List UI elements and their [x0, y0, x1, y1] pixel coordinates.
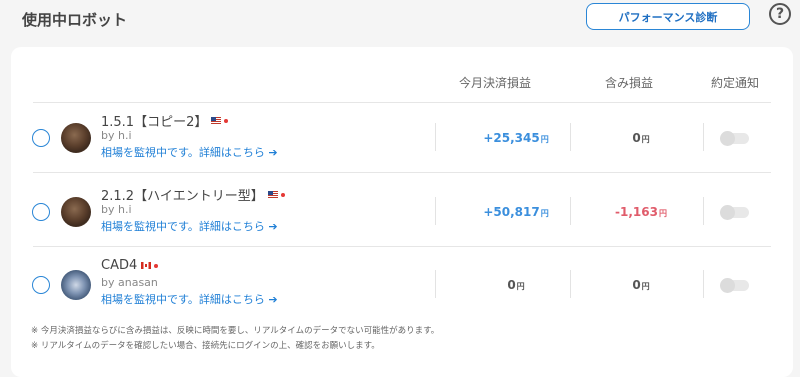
- detail-link-text: 相場を監視中です。詳細はこちら: [101, 293, 265, 306]
- page-title: 使用中ロボット: [22, 11, 128, 29]
- notify-toggle[interactable]: [720, 278, 749, 293]
- table-row: CAD4 by anasan 相場を監視中です。詳細はこちら ➔ 0円 0円: [11, 250, 793, 320]
- detail-link[interactable]: 相場を監視中です。詳細はこちら ➔: [101, 291, 278, 307]
- robot-author: by h.i: [101, 129, 132, 142]
- robot-name: CAD4: [101, 258, 159, 273]
- unrealized-pl-amount: 0: [632, 131, 641, 145]
- unrealized-pl-amount: -1,163: [615, 205, 658, 219]
- row-divider: [33, 246, 771, 247]
- detail-link[interactable]: 相場を監視中です。詳細はこちら ➔: [101, 144, 278, 160]
- column-divider: [703, 123, 704, 151]
- row-divider: [33, 172, 771, 173]
- column-divider: [435, 270, 436, 298]
- monthly-pl-value: +25,345円: [456, 131, 576, 145]
- status-dot-icon: [280, 192, 285, 197]
- unrealized-pl-amount: 0: [632, 278, 641, 292]
- robot-name-text: 1.5.1【コピー2】: [101, 115, 208, 130]
- unrealized-pl-value: 0円: [581, 131, 701, 145]
- yen-unit: 円: [641, 135, 650, 144]
- arrow-right-icon: ➔: [268, 293, 278, 306]
- robot-author: by h.i: [101, 203, 132, 216]
- us-flag-icon: [211, 117, 222, 124]
- arrow-right-icon: ➔: [268, 220, 278, 233]
- status-dot-icon: [154, 263, 159, 268]
- footnotes: ※ 今月決済損益ならびに含み損益は、反映に時間を要し、リアルタイムのデータでない…: [31, 324, 439, 354]
- column-divider: [570, 123, 571, 151]
- monthly-pl-amount: +50,817: [483, 205, 540, 219]
- column-divider: [435, 197, 436, 225]
- yen-unit: 円: [540, 135, 549, 144]
- us-flag-icon: [267, 191, 278, 198]
- column-divider: [435, 123, 436, 151]
- yen-unit: 円: [540, 209, 549, 218]
- toggle-knob: [720, 131, 735, 146]
- avatar: [61, 270, 91, 300]
- table-row: 1.5.1【コピー2】 by h.i 相場を監視中です。詳細はこちら ➔ +25…: [11, 103, 793, 173]
- column-header-monthly-pl: 今月決済損益: [459, 76, 532, 90]
- robot-name: 2.1.2【ハイエントリー型】: [101, 185, 285, 204]
- robot-name-text: 2.1.2【ハイエントリー型】: [101, 189, 264, 204]
- status-dot-icon: [224, 118, 229, 123]
- robot-name-text: CAD4: [101, 258, 138, 273]
- avatar: [61, 123, 91, 153]
- column-divider: [703, 197, 704, 225]
- notify-toggle[interactable]: [720, 205, 749, 220]
- monthly-pl-amount: 0: [507, 278, 516, 292]
- arrow-right-icon: ➔: [268, 146, 278, 159]
- select-radio[interactable]: [32, 276, 50, 294]
- column-divider: [703, 270, 704, 298]
- toggle-knob: [720, 278, 735, 293]
- yen-unit: 円: [516, 282, 525, 291]
- footnote: ※ リアルタイムのデータを確認したい場合、接続先にログインの上、確認をお願いしま…: [31, 341, 380, 351]
- toggle-knob: [720, 205, 735, 220]
- detail-link[interactable]: 相場を監視中です。詳細はこちら ➔: [101, 218, 278, 234]
- robot-name: 1.5.1【コピー2】: [101, 111, 229, 130]
- monthly-pl-amount: +25,345: [483, 131, 540, 145]
- detail-link-text: 相場を監視中です。詳細はこちら: [101, 146, 265, 159]
- table-row: 2.1.2【ハイエントリー型】 by h.i 相場を監視中です。詳細はこちら ➔…: [11, 177, 793, 247]
- column-header-unrealized-pl: 含み損益: [605, 76, 654, 90]
- question-circle-icon[interactable]: ?: [769, 3, 791, 25]
- select-radio[interactable]: [32, 203, 50, 221]
- monthly-pl-value: +50,817円: [456, 205, 576, 219]
- detail-link-text: 相場を監視中です。詳細はこちら: [101, 220, 265, 233]
- select-radio[interactable]: [32, 129, 50, 147]
- unrealized-pl-value: -1,163円: [581, 205, 701, 219]
- robots-card: 今月決済損益 含み損益 約定通知 1.5.1【コピー2】 by h.i 相場を監…: [11, 47, 793, 377]
- yen-unit: 円: [641, 282, 650, 291]
- performance-diagnosis-button[interactable]: パフォーマンス診断: [586, 3, 750, 30]
- ca-flag-icon: [141, 262, 152, 269]
- avatar: [61, 197, 91, 227]
- page-header: 使用中ロボット パフォーマンス診断 ?: [0, 0, 800, 46]
- column-divider: [570, 197, 571, 225]
- column-divider: [570, 270, 571, 298]
- unrealized-pl-value: 0円: [581, 278, 701, 292]
- footnote: ※ 今月決済損益ならびに含み損益は、反映に時間を要し、リアルタイムのデータでない…: [31, 326, 440, 336]
- robot-author: by anasan: [101, 276, 158, 289]
- notify-toggle[interactable]: [720, 131, 749, 146]
- yen-unit: 円: [658, 209, 667, 218]
- column-header-notify: 約定通知: [711, 76, 760, 90]
- monthly-pl-value: 0円: [456, 278, 576, 292]
